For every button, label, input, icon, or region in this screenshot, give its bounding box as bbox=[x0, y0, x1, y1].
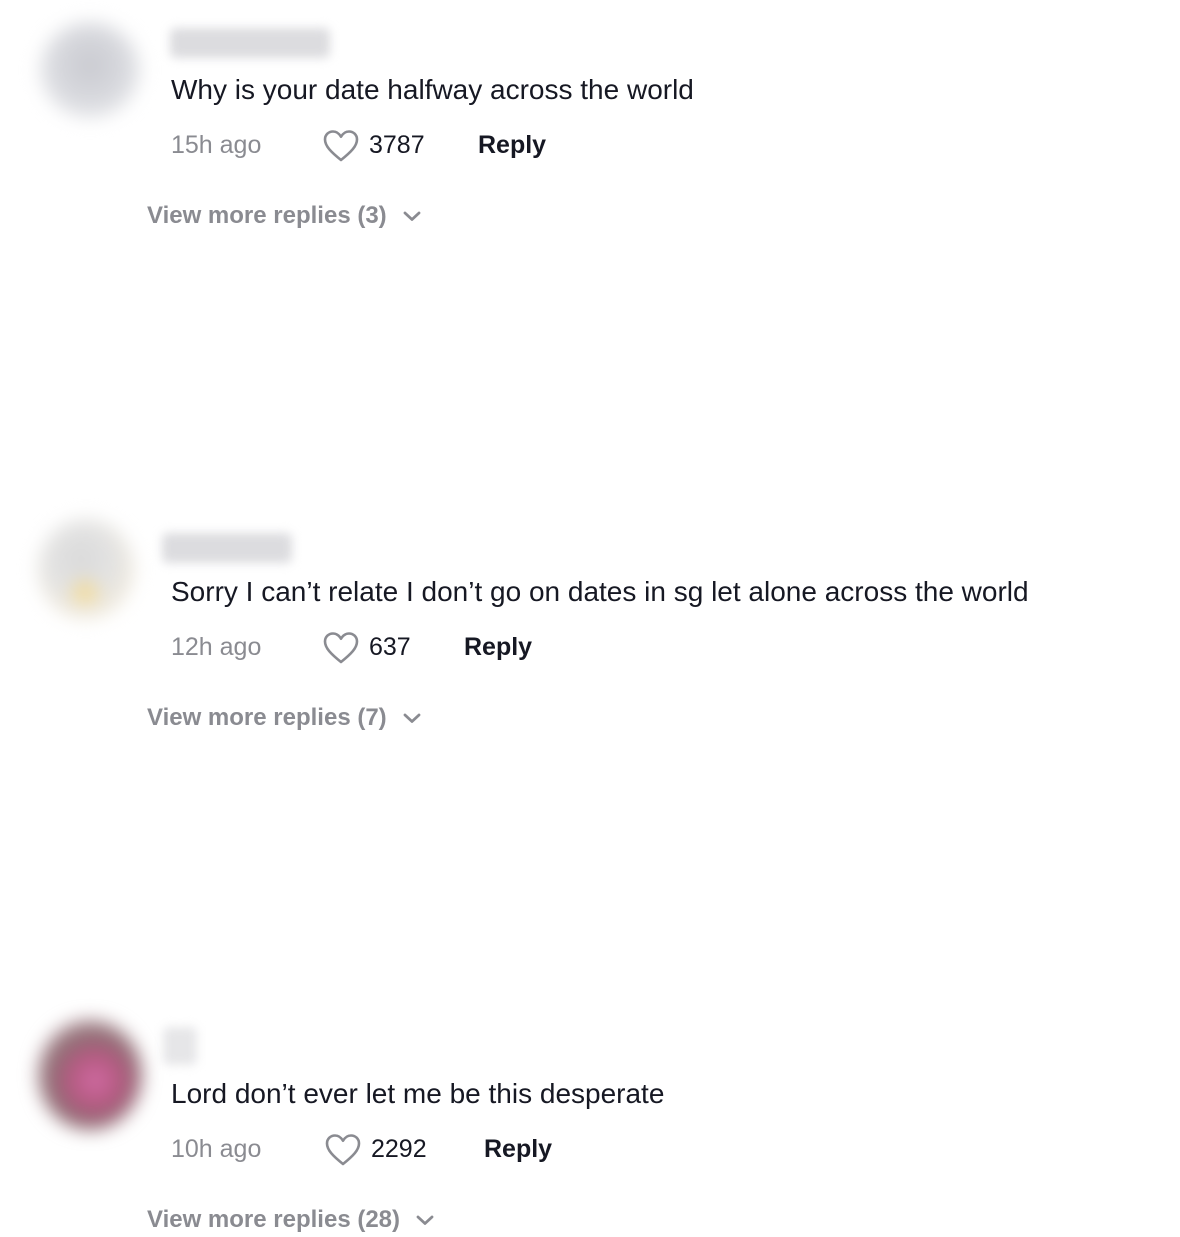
heart-outline-icon[interactable] bbox=[322, 129, 360, 163]
comment-time: 15h ago bbox=[171, 131, 262, 159]
avatar[interactable] bbox=[38, 1020, 142, 1130]
view-more-replies[interactable]: View more replies (28) bbox=[147, 1203, 436, 1237]
comment-time: 10h ago bbox=[171, 1135, 262, 1163]
view-more-replies-label: View more replies (3) bbox=[147, 202, 387, 229]
like-count: 3787 bbox=[369, 131, 425, 159]
view-more-replies-label: View more replies (28) bbox=[147, 1206, 401, 1233]
avatar[interactable] bbox=[40, 22, 140, 118]
reply-button[interactable]: Reply bbox=[478, 128, 546, 162]
view-more-replies[interactable]: View more replies (3) bbox=[147, 199, 423, 233]
like-count: 2292 bbox=[371, 1135, 427, 1163]
reply-button[interactable]: Reply bbox=[484, 1132, 552, 1166]
username-blurred[interactable] bbox=[163, 1027, 197, 1065]
heart-outline-icon[interactable] bbox=[324, 1133, 362, 1167]
chevron-down-icon bbox=[414, 1212, 436, 1228]
comment-text: Lord don’t ever let me be this desperate bbox=[171, 1078, 665, 1109]
comment-item: Lord don’t ever let me be this desperate… bbox=[0, 502, 1180, 1233]
chevron-down-icon bbox=[401, 208, 423, 224]
username-blurred[interactable] bbox=[170, 28, 330, 58]
comment-text: Why is your date halfway across the worl… bbox=[171, 74, 694, 105]
comment-item: Sorry I can’t relate I don’t go on dates… bbox=[0, 251, 1180, 731]
comment-item: Why is your date halfway across the worl… bbox=[0, 0, 1180, 250]
